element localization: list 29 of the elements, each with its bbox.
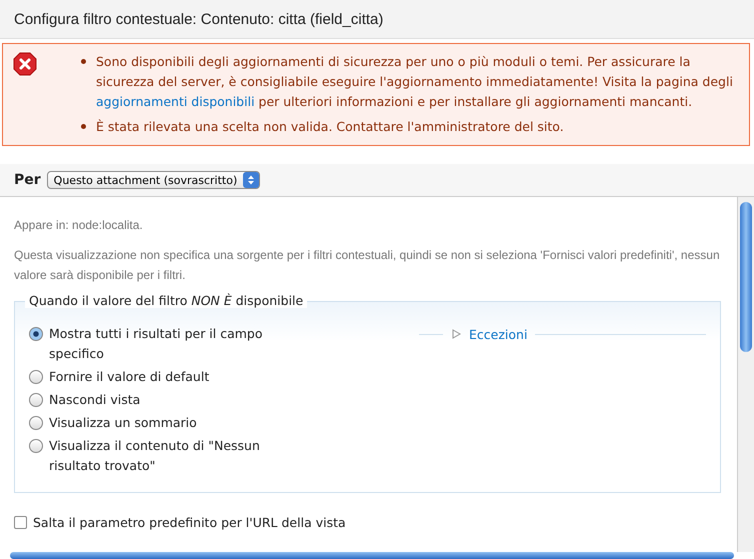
checkbox-label[interactable]: Salta il parametro predefinito per l'URL della vista: [33, 515, 346, 530]
radio-label[interactable]: Visualizza un sommario: [49, 413, 197, 433]
updates-link[interactable]: aggiornamenti disponibili: [96, 94, 255, 109]
radio-button[interactable]: [29, 416, 43, 430]
radio-label[interactable]: Visualizza il contenuto di "Nessun risultato trovato": [49, 436, 299, 476]
bullet-icon: [81, 59, 86, 64]
radio-label[interactable]: Fornire il valore di default: [49, 367, 210, 387]
dialog-title: Configura filtro contestuale: Contenuto: citta (field_citta): [14, 10, 384, 28]
vertical-scrollbar[interactable]: [737, 197, 754, 552]
stepper-icon: [243, 172, 260, 188]
description-text: Questa visualizzazione non specifica una sorgente per i filtri contestuali, quindi se non si seleziona 'Fornisci valori predefiniti', nessun valore sarà disponibile per i filtri.: [14, 247, 721, 284]
radio-label[interactable]: Mostra tutti i risultati per il campo specifico: [49, 324, 299, 364]
error-message: Sono disponibili degli aggiornamenti di sicurezza per uno o più moduli o temi. Per assicurare la sicurezza del server, è consigliabile eseguire l'aggiornamento immediatamente! Visita la pagina degli aggiornamenti disponibili per ulteriori informazioni e per installare gli aggiornamenti mancanti.: [96, 53, 734, 111]
bullet-icon: [81, 124, 86, 129]
radio-button[interactable]: [29, 393, 43, 407]
for-label: Per: [14, 172, 41, 188]
radio-button[interactable]: [29, 439, 43, 453]
error-message: È stata rilevata una scelta non valida. Contattare l'amministratore del sito.: [96, 118, 564, 136]
error-icon: [13, 52, 37, 76]
radio-button[interactable]: [29, 327, 43, 341]
horizontal-scrollbar[interactable]: [10, 552, 734, 559]
scroll-thumb[interactable]: [740, 202, 752, 352]
radio-label[interactable]: Nascondi vista: [49, 390, 140, 410]
appears-in-text: Appare in: node:localita.: [14, 217, 144, 234]
display-select[interactable]: Questo attachment (sovrascritto): [46, 171, 260, 189]
exceptions-link[interactable]: Eccezioni: [469, 326, 528, 342]
fieldset-legend: Quando il valore del filtro NON È disponibile: [25, 293, 308, 308]
radio-button[interactable]: [29, 370, 43, 384]
checkbox[interactable]: [14, 516, 27, 529]
